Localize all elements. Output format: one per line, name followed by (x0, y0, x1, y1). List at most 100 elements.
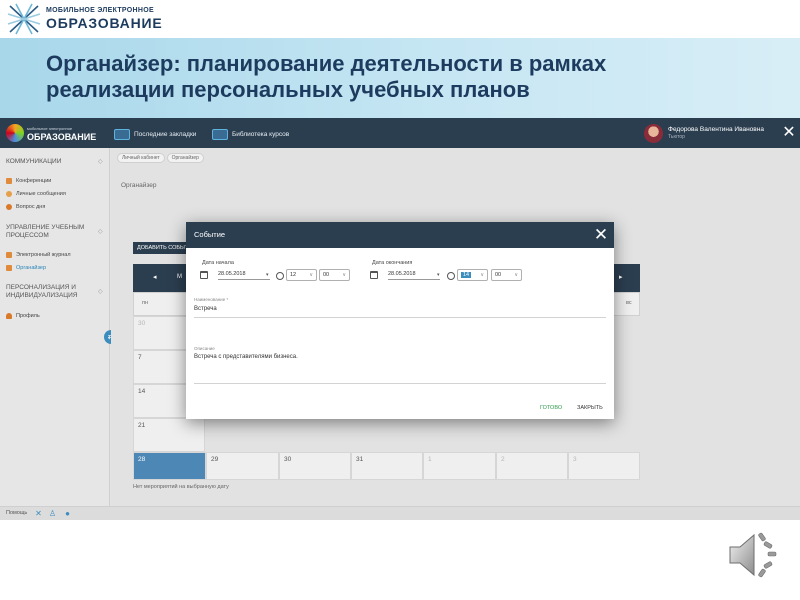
calendar-day[interactable]: 2 (496, 452, 568, 480)
calendar-icon[interactable] (200, 271, 208, 279)
bookmarks-icon (114, 128, 130, 140)
chevron-icon[interactable]: ◇ (98, 228, 103, 235)
dialog-title: Событие (194, 230, 226, 239)
chevron-down-icon: ∨ (342, 272, 346, 278)
avatar[interactable] (644, 124, 663, 143)
weekday-sun: вс (626, 300, 632, 306)
calendar-day[interactable]: 1 (423, 452, 496, 480)
slide-header: МОБИЛЬНОЕ ЭЛЕКТРОННОЕ ОБРАЗОВАНИЕ (0, 0, 800, 38)
sidebar-section-management[interactable]: УПРАВЛЕНИЕ УЧЕБНЫМ ПРОЦЕССОМ (6, 224, 96, 240)
clock-icon (276, 272, 284, 280)
library-icon (212, 128, 228, 140)
end-minute-select[interactable]: 00 ∨ (491, 269, 522, 281)
breadcrumb: Личный кабинет Органайзер (117, 153, 204, 163)
slide-title-line2: реализации персональных учебных планов (46, 77, 530, 102)
calendar-icon[interactable] (370, 271, 378, 279)
start-hour-value: 12 (290, 272, 297, 278)
recent-bookmarks-label: Последние закладки (134, 130, 197, 138)
messages-icon (6, 191, 12, 197)
app-screenshot: мобильное электронное ОБРАЗОВАНИЕ Послед… (0, 118, 800, 520)
name-input[interactable]: Встреча (194, 306, 217, 312)
sidebar-item-question[interactable]: Вопрос дня (6, 204, 45, 210)
slide-title: Органайзер: планирование деятельности в … (46, 51, 786, 103)
course-library-label: Библиотека курсов (232, 130, 290, 138)
sidebar-item-label: Органайзер (16, 265, 47, 271)
calendar-day[interactable]: 29 (206, 452, 279, 480)
sidebar-item-label: Профиль (16, 313, 40, 319)
info-icon[interactable]: ● (63, 509, 72, 518)
chevron-down-icon: ∨ (309, 272, 313, 278)
user-icon[interactable]: ♙ (48, 509, 57, 518)
end-hour-value: 14 (461, 272, 472, 278)
sidebar-item-organizer[interactable]: Органайзер (6, 265, 46, 271)
event-dialog: Событие ✕ Дата начала 28.05.2018 ▾ 12 ∨ … (186, 222, 614, 419)
calendar-day[interactable]: 21 (133, 418, 205, 452)
sidebar-section-communications[interactable]: КОММУНИКАЦИИ (6, 158, 96, 166)
sidebar-item-label: Конференции (16, 178, 52, 184)
breadcrumb-item[interactable]: Органайзер (166, 153, 204, 163)
logo-line2: ОБРАЗОВАНИЕ (46, 15, 163, 31)
sidebar-item-conferences[interactable]: Конференции (6, 178, 51, 184)
conference-icon (6, 178, 12, 184)
course-library-button[interactable]: Библиотека курсов (212, 127, 289, 141)
weekday-mon: пн (142, 300, 149, 306)
sidebar-item-messages[interactable]: Личные сообщения (6, 191, 66, 197)
calendar-day[interactable]: 30 (279, 452, 351, 480)
chevron-icon[interactable]: ◇ (98, 288, 103, 295)
slide-title-band: Органайзер: планирование деятельности в … (0, 38, 800, 118)
start-minute-value: 00 (323, 272, 330, 278)
caret-down-icon[interactable]: ▾ (437, 272, 440, 278)
calendar-day[interactable]: 3 (568, 452, 640, 480)
close-button[interactable]: ЗАКРЫТЬ (577, 405, 603, 411)
next-month-icon[interactable]: ▸ (619, 273, 623, 281)
dialog-header: Событие ✕ (186, 222, 614, 248)
calendar-icon (6, 265, 12, 271)
user-icon (6, 313, 12, 319)
speaker-icon[interactable] (726, 527, 782, 583)
breadcrumb-item[interactable]: Личный кабинет (117, 153, 165, 163)
end-date-field[interactable]: 28.05.2018 (388, 269, 440, 280)
prev-month-icon[interactable]: ◂ (153, 273, 157, 281)
name-underline (194, 317, 606, 318)
app-close-icon[interactable]: ✕ (780, 124, 798, 142)
sidebar-item-profile[interactable]: Профиль (6, 313, 40, 319)
page-title: Органайзер (121, 182, 157, 189)
end-hour-select[interactable]: 14 ∨ (457, 269, 488, 281)
description-textarea[interactable]: Встреча с представителями бизнеса. (194, 354, 298, 360)
clock-icon (447, 272, 455, 280)
sidebar-item-journal[interactable]: Электронный журнал (6, 252, 71, 258)
recent-bookmarks-button[interactable]: Последние закладки (114, 127, 196, 141)
close-icon[interactable]: ✕ (591, 224, 611, 246)
help-link[interactable]: Помощь (6, 510, 27, 516)
start-minute-select[interactable]: 00 ∨ (319, 269, 350, 281)
sidebar-section-personalization[interactable]: ПЕРСОНАЛИЗАЦИЯ И ИНДИВИДУАЛИЗАЦИЯ (6, 284, 96, 300)
chevron-icon[interactable]: ◇ (98, 158, 103, 165)
end-minute-value: 00 (495, 272, 502, 278)
month-label: М (177, 274, 182, 280)
app-logo-big: ОБРАЗОВАНИЕ (27, 132, 97, 142)
logo-mark-icon (7, 3, 41, 35)
sidebar-item-label: Личные сообщения (16, 191, 66, 197)
start-date-field[interactable]: 28.05.2018 (218, 269, 270, 280)
start-hour-select[interactable]: 12 ∨ (286, 269, 317, 281)
name-label: Наименование * (194, 297, 229, 302)
calendar-day-selected[interactable]: 28 (133, 452, 206, 480)
app-topbar: мобильное электронное ОБРАЗОВАНИЕ Послед… (0, 118, 800, 148)
app-footer: Помощь ✕ ♙ ● (0, 506, 800, 520)
logo-line1: МОБИЛЬНОЕ ЭЛЕКТРОННОЕ (46, 7, 154, 14)
tools-icon[interactable]: ✕ (34, 509, 43, 518)
end-date-label: Дата окончания (372, 260, 413, 266)
caret-down-icon[interactable]: ▾ (266, 272, 269, 278)
app-logo-text: мобильное электронное ОБРАЗОВАНИЕ (27, 125, 97, 142)
user-name[interactable]: Федорова Валентина Ивановна (668, 126, 764, 133)
sidebar-item-label: Вопрос дня (16, 204, 46, 210)
chevron-down-icon: ∨ (480, 272, 484, 278)
sidebar: КОММУНИКАЦИИ ◇ Конференции Личные сообще… (0, 148, 110, 520)
sidebar-item-label: Электронный журнал (16, 252, 71, 258)
calendar-day[interactable]: 31 (351, 452, 423, 480)
app-logo-icon[interactable] (6, 124, 24, 142)
no-events-text: Нет мероприятий на выбранную дату (133, 484, 229, 490)
done-button[interactable]: ГОТОВО (540, 405, 562, 411)
journal-icon (6, 252, 12, 258)
chevron-down-icon: ∨ (514, 272, 518, 278)
